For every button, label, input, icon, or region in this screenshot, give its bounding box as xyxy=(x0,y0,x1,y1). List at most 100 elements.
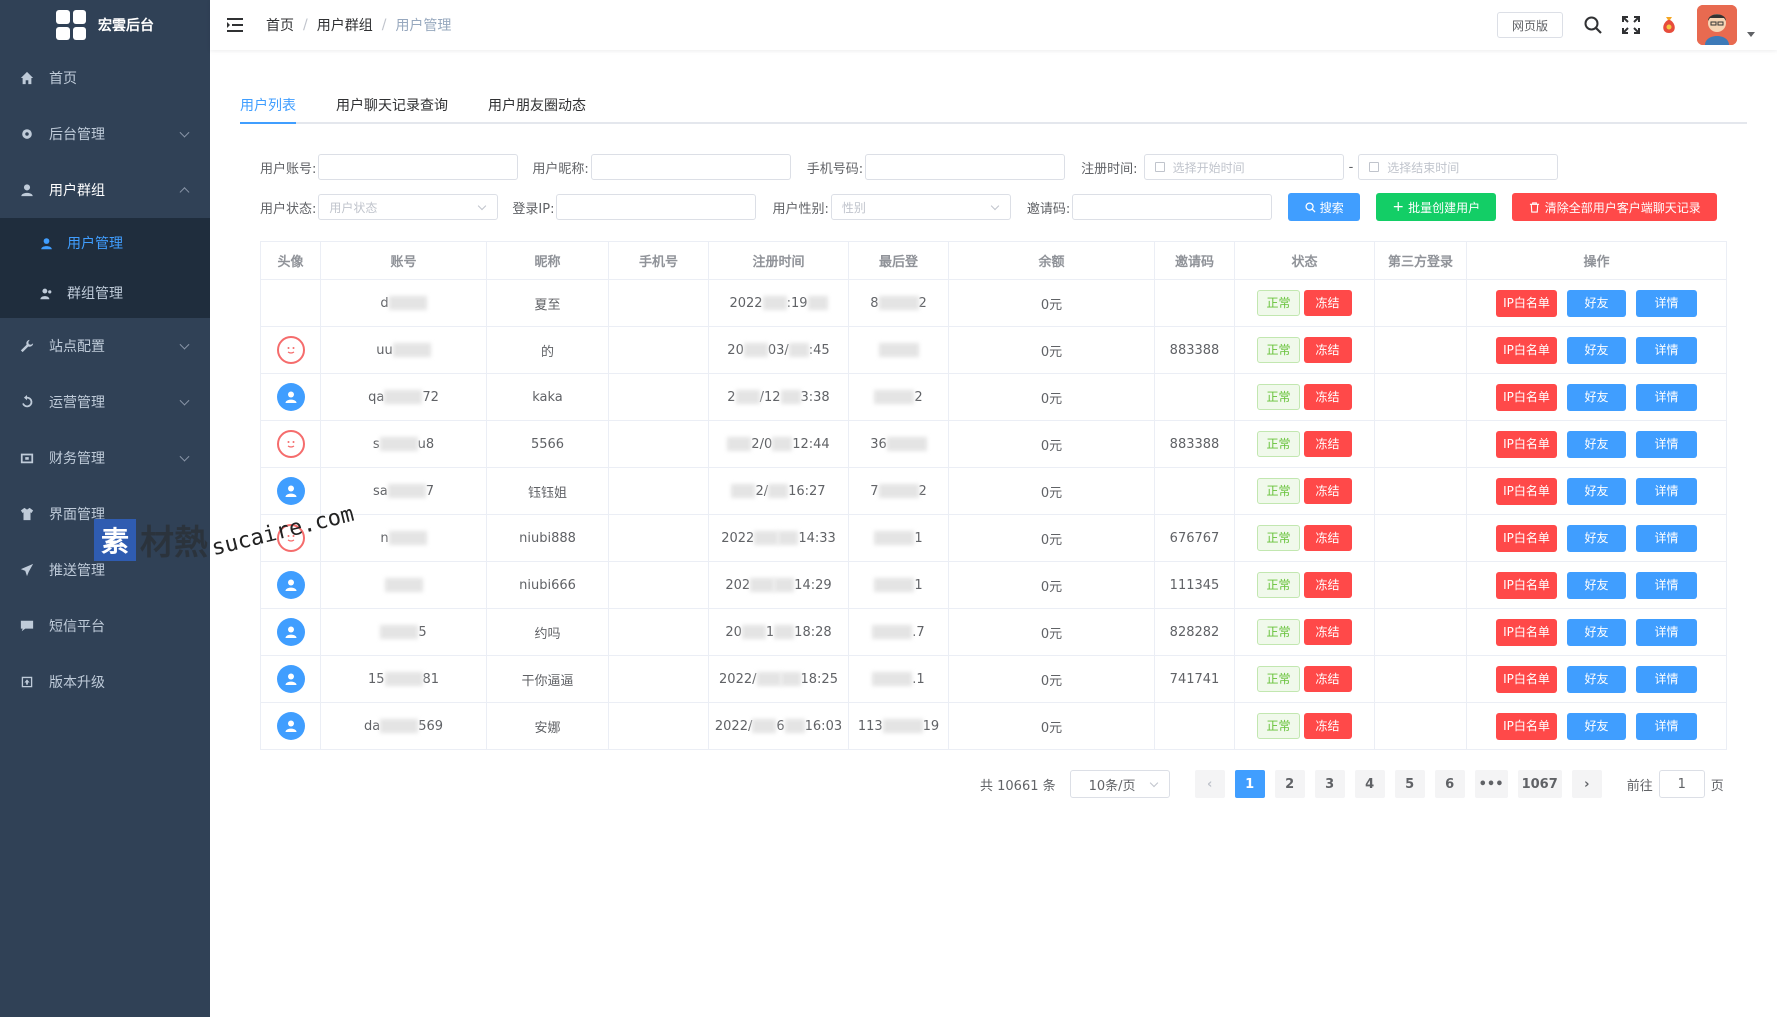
status-normal-tag[interactable]: 正常 xyxy=(1257,525,1300,551)
batch-create-button[interactable]: + 批量创建用户 xyxy=(1376,193,1497,221)
sidebar-item-push[interactable]: 推送管理 xyxy=(0,542,210,598)
sidebar-item-sms[interactable]: 短信平台 xyxy=(0,598,210,654)
nickname-input[interactable] xyxy=(590,154,791,180)
page-button[interactable]: 3 xyxy=(1314,770,1345,798)
page-button[interactable]: 5 xyxy=(1394,770,1425,798)
details-button[interactable]: 详情 xyxy=(1636,477,1697,505)
freeze-button[interactable]: 冻结 xyxy=(1303,619,1352,645)
sidebar-subitem-user-management[interactable]: 用户管理 xyxy=(0,218,210,268)
page-button[interactable]: 4 xyxy=(1354,770,1385,798)
sidebar-item-admin[interactable]: 后台管理 xyxy=(0,106,210,162)
status-normal-tag[interactable]: 正常 xyxy=(1257,290,1300,316)
status-normal-tag[interactable]: 正常 xyxy=(1257,431,1300,457)
freeze-button[interactable]: 冻结 xyxy=(1303,572,1352,598)
status-normal-tag[interactable]: 正常 xyxy=(1257,572,1300,598)
friends-button[interactable]: 好友 xyxy=(1567,336,1626,364)
ip-whitelist-button[interactable]: IP白名单 xyxy=(1496,430,1557,458)
freeze-button[interactable]: 冻结 xyxy=(1303,384,1352,410)
ip-whitelist-button[interactable]: IP白名单 xyxy=(1496,383,1557,411)
status-normal-tag[interactable]: 正常 xyxy=(1257,384,1300,410)
freeze-button[interactable]: 冻结 xyxy=(1303,478,1352,504)
money-bag-icon[interactable] xyxy=(1659,15,1679,35)
freeze-button[interactable]: 冻结 xyxy=(1303,713,1352,739)
account-input[interactable] xyxy=(318,154,519,180)
breadcrumb-home[interactable]: 首页 xyxy=(266,15,294,35)
breadcrumb-user-groups[interactable]: 用户群组 xyxy=(317,15,373,35)
friends-button[interactable]: 好友 xyxy=(1567,477,1626,505)
freeze-button[interactable]: 冻结 xyxy=(1303,337,1352,363)
details-button[interactable]: 详情 xyxy=(1636,430,1697,458)
friends-button[interactable]: 好友 xyxy=(1567,712,1626,740)
search-icon[interactable] xyxy=(1583,15,1603,35)
sidebar-item-home[interactable]: 首页 xyxy=(0,50,210,106)
sidebar-item-finance[interactable]: 财务管理 xyxy=(0,430,210,486)
page-button[interactable]: 6 xyxy=(1434,770,1465,798)
friends-button[interactable]: 好友 xyxy=(1567,524,1626,552)
clear-chat-button[interactable]: 清除全部用户客户端聊天记录 xyxy=(1512,193,1718,221)
details-button[interactable]: 详情 xyxy=(1636,383,1697,411)
status-select[interactable]: 用户状态 xyxy=(318,194,499,220)
login-ip-input[interactable] xyxy=(556,194,757,220)
invite-input[interactable] xyxy=(1072,194,1273,220)
friends-button[interactable]: 好友 xyxy=(1567,430,1626,458)
sidebar-item-upgrade[interactable]: 版本升级 xyxy=(0,654,210,710)
caret-down-icon[interactable] xyxy=(1747,31,1755,37)
user-avatar[interactable] xyxy=(1697,5,1737,45)
sidebar-subitem-group-management[interactable]: 群组管理 xyxy=(0,268,210,318)
status-normal-tag[interactable]: 正常 xyxy=(1257,666,1300,692)
freeze-button[interactable]: 冻结 xyxy=(1303,290,1352,316)
ip-whitelist-button[interactable]: IP白名单 xyxy=(1496,336,1557,364)
sidebar-item-site-config[interactable]: 站点配置 xyxy=(0,318,210,374)
freeze-button[interactable]: 冻结 xyxy=(1303,525,1352,551)
sidebar-item-user-groups[interactable]: 用户群组 xyxy=(0,162,210,218)
details-button[interactable]: 详情 xyxy=(1636,571,1697,599)
tab-chat-records[interactable]: 用户聊天记录查询 xyxy=(336,88,468,122)
start-date-input[interactable]: 选择开始时间 xyxy=(1143,154,1344,180)
freeze-button[interactable]: 冻结 xyxy=(1303,666,1352,692)
status-normal-tag[interactable]: 正常 xyxy=(1257,713,1300,739)
friends-button[interactable]: 好友 xyxy=(1567,618,1626,646)
web-version-button[interactable]: 网页版 xyxy=(1496,12,1563,38)
tab-moments[interactable]: 用户朋友圈动态 xyxy=(488,88,606,122)
sidebar-item-operations[interactable]: 运营管理 xyxy=(0,374,210,430)
friends-button[interactable]: 好友 xyxy=(1567,571,1626,599)
ip-whitelist-button[interactable]: IP白名单 xyxy=(1496,524,1557,552)
friends-button[interactable]: 好友 xyxy=(1567,289,1626,317)
status-normal-tag[interactable]: 正常 xyxy=(1257,478,1300,504)
status-normal-tag[interactable]: 正常 xyxy=(1257,619,1300,645)
goto-page-input[interactable]: 1 xyxy=(1658,770,1705,798)
end-date-input[interactable]: 选择结束时间 xyxy=(1358,154,1559,180)
blurred-text xyxy=(380,719,419,733)
gender-select[interactable]: 性别 xyxy=(830,194,1011,220)
next-page-button[interactable]: › xyxy=(1571,770,1602,798)
menu-toggle-icon[interactable] xyxy=(226,16,244,34)
page-button-last[interactable]: 1067 xyxy=(1517,770,1562,798)
details-button[interactable]: 详情 xyxy=(1636,336,1697,364)
details-button[interactable]: 详情 xyxy=(1636,712,1697,740)
ip-whitelist-button[interactable]: IP白名单 xyxy=(1496,571,1557,599)
ip-whitelist-button[interactable]: IP白名单 xyxy=(1496,289,1557,317)
details-button[interactable]: 详情 xyxy=(1636,524,1697,552)
prev-page-button[interactable]: ‹ xyxy=(1194,770,1225,798)
tab-user-list[interactable]: 用户列表 xyxy=(240,88,316,124)
page-size-select[interactable]: 10条/页 xyxy=(1069,770,1170,798)
ip-whitelist-button[interactable]: IP白名单 xyxy=(1496,477,1557,505)
status-normal-tag[interactable]: 正常 xyxy=(1257,337,1300,363)
sidebar-item-interface[interactable]: 界面管理 xyxy=(0,486,210,542)
page-button[interactable]: 1 xyxy=(1234,770,1265,798)
phone-input[interactable] xyxy=(865,154,1066,180)
app-logo[interactable]: 宏雲后台 xyxy=(0,0,210,50)
details-button[interactable]: 详情 xyxy=(1636,289,1697,317)
friends-button[interactable]: 好友 xyxy=(1567,665,1626,693)
search-button[interactable]: 搜索 xyxy=(1288,193,1361,221)
details-button[interactable]: 详情 xyxy=(1636,618,1697,646)
fullscreen-icon[interactable] xyxy=(1621,15,1641,35)
ip-whitelist-button[interactable]: IP白名单 xyxy=(1496,665,1557,693)
ip-whitelist-button[interactable]: IP白名单 xyxy=(1496,712,1557,740)
page-ellipsis-button[interactable]: ••• xyxy=(1474,770,1508,798)
freeze-button[interactable]: 冻结 xyxy=(1303,431,1352,457)
ip-whitelist-button[interactable]: IP白名单 xyxy=(1496,618,1557,646)
friends-button[interactable]: 好友 xyxy=(1567,383,1626,411)
page-button[interactable]: 2 xyxy=(1274,770,1305,798)
details-button[interactable]: 详情 xyxy=(1636,665,1697,693)
